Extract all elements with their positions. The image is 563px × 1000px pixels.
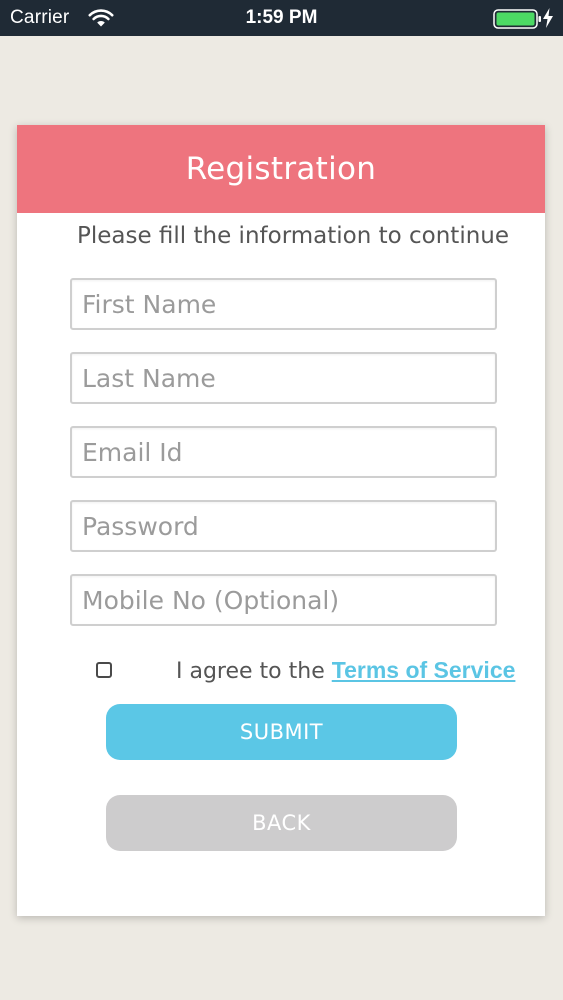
terms-agreement-text: I agree to the Terms of Service — [176, 657, 515, 684]
back-button[interactable]: BACK — [106, 795, 457, 851]
mobile-field[interactable] — [70, 574, 497, 626]
charging-bolt-icon — [543, 8, 553, 28]
terms-of-service-link[interactable]: Terms of Service — [332, 657, 516, 683]
submit-button[interactable]: SUBMIT — [106, 704, 457, 760]
form-instructions: Please fill the information to continue — [76, 223, 510, 249]
password-field[interactable] — [70, 500, 497, 552]
registration-card: Registration Please fill the information… — [17, 125, 545, 916]
clock-time: 1:59 PM — [245, 7, 318, 28]
terms-agreement: I agree to the Terms of Service — [17, 657, 545, 689]
terms-prefix: I agree to the — [176, 659, 332, 684]
last-name-field[interactable] — [70, 352, 497, 404]
first-name-field[interactable] — [70, 278, 497, 330]
battery-icon — [493, 9, 541, 29]
email-field[interactable] — [70, 426, 497, 478]
status-bar: Carrier 1:59 PM — [0, 0, 563, 36]
terms-checkbox[interactable] — [96, 662, 112, 678]
registration-header: Registration — [17, 125, 545, 213]
